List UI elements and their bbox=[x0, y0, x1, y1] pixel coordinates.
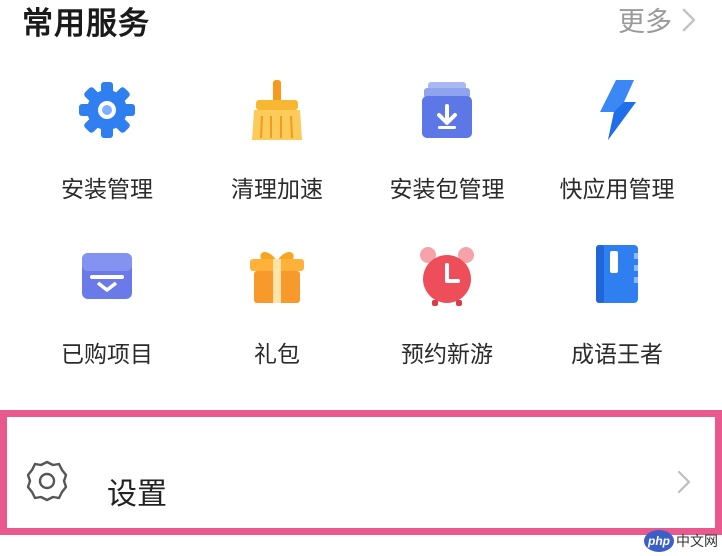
service-idiom-king[interactable]: 成语王者 bbox=[532, 243, 702, 383]
service-label: 安装管理 bbox=[61, 177, 153, 203]
service-purchased-items[interactable]: 已购项目 bbox=[22, 243, 192, 383]
broom-icon bbox=[252, 80, 302, 140]
service-label: 已购项目 bbox=[61, 342, 153, 368]
service-label: 快应用管理 bbox=[559, 177, 675, 203]
chevron-right-icon bbox=[677, 470, 691, 494]
package-download-icon bbox=[422, 82, 472, 138]
section-title: 常用服务 bbox=[22, 6, 150, 42]
gift-icon bbox=[250, 251, 304, 303]
book-icon bbox=[596, 245, 638, 303]
service-label: 清理加速 bbox=[231, 177, 323, 203]
service-label: 礼包 bbox=[254, 342, 300, 368]
more-label: 更多 bbox=[618, 7, 672, 38]
watermark: php 中文网 bbox=[644, 530, 718, 552]
gear-icon bbox=[79, 82, 135, 138]
watermark-text: 中文网 bbox=[676, 533, 718, 549]
settings-label: 设置 bbox=[107, 477, 167, 512]
service-label: 预约新游 bbox=[401, 342, 493, 368]
lightning-icon bbox=[600, 80, 636, 140]
settings-row[interactable]: 设置 bbox=[0, 410, 722, 535]
service-label: 安装包管理 bbox=[389, 177, 505, 203]
more-link[interactable]: 更多 bbox=[618, 0, 700, 39]
chevron-right-icon bbox=[682, 8, 696, 31]
alarm-clock-icon bbox=[420, 247, 474, 306]
watermark-badge: php bbox=[644, 530, 674, 552]
service-reserve-games[interactable]: 预约新游 bbox=[362, 243, 532, 383]
service-package-manage[interactable]: 安装包管理 bbox=[362, 78, 532, 218]
service-install-manage[interactable]: 安装管理 bbox=[22, 78, 192, 218]
purchased-box-icon bbox=[82, 253, 132, 299]
service-gift-pack[interactable]: 礼包 bbox=[192, 243, 362, 383]
service-quickapp-manage[interactable]: 快应用管理 bbox=[532, 78, 702, 218]
section-header: 常用服务 更多 bbox=[0, 0, 722, 44]
service-clean-speedup[interactable]: 清理加速 bbox=[192, 78, 362, 218]
settings-gear-icon bbox=[26, 460, 68, 502]
service-label: 成语王者 bbox=[571, 342, 663, 368]
